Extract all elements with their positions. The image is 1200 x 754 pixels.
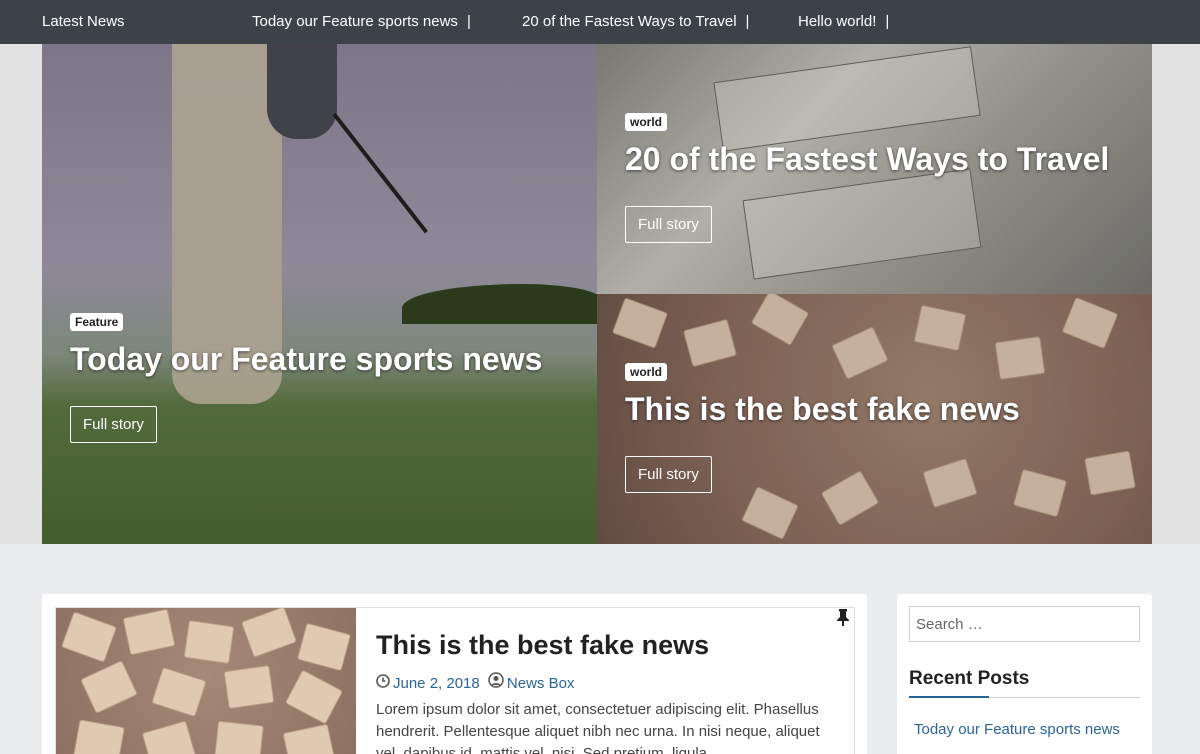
hero-bottom-right-tile[interactable]: world This is the best fake news Full st… <box>597 294 1152 544</box>
post-excerpt: Lorem ipsum dolor sit amet, consectetuer… <box>376 701 820 754</box>
scrabble-tile-shape <box>214 720 264 754</box>
post-list-card: This is the best fake news June 2, 2018 … <box>42 594 867 754</box>
scrabble-tile-shape <box>141 720 197 754</box>
search-input[interactable] <box>909 606 1140 642</box>
hero-title[interactable]: This is the best fake news <box>625 391 1020 428</box>
scrabble-tile-shape <box>223 664 275 710</box>
post-date[interactable]: June 2, 2018 <box>393 675 480 692</box>
sidebar: Recent Posts Today our Feature sports ne… <box>897 594 1152 754</box>
hero-main-tile[interactable]: Feature Today our Feature sports news Fu… <box>42 44 597 544</box>
hero-title[interactable]: 20 of the Fastest Ways to Travel <box>625 141 1109 178</box>
scrabble-tile-shape <box>73 719 125 754</box>
ticker-item[interactable]: Today our Feature sports news | <box>252 13 471 30</box>
post-meta: June 2, 2018 News Box <box>376 672 574 692</box>
user-circle-icon <box>488 672 504 692</box>
latest-news-ticker: Latest News Today our Feature sports new… <box>0 0 1200 44</box>
scrabble-tile-shape <box>284 669 344 725</box>
image-overlay <box>42 44 597 544</box>
post-item: This is the best fake news June 2, 2018 … <box>55 607 855 754</box>
post-title[interactable]: This is the best fake news <box>376 630 709 661</box>
category-badge[interactable]: world <box>625 113 667 131</box>
scrabble-tile-shape <box>60 611 118 663</box>
post-author[interactable]: News Box <box>507 675 575 692</box>
widget-divider <box>909 696 1140 698</box>
scrabble-tile-shape <box>183 619 235 665</box>
ticker-label: Latest News <box>42 13 125 30</box>
hero-title[interactable]: Today our Feature sports news <box>70 341 542 378</box>
scrabble-tile-shape <box>151 666 207 718</box>
recent-post-link[interactable]: Today our Feature sports news <box>914 721 1120 738</box>
scrabble-tile-shape <box>80 660 138 714</box>
full-story-button[interactable]: Full story <box>625 206 712 243</box>
recent-posts-title: Recent Posts <box>909 668 1030 689</box>
pushpin-icon <box>836 608 850 631</box>
scrabble-tile-shape <box>122 608 176 656</box>
category-badge[interactable]: Feature <box>70 313 124 331</box>
category-badge[interactable]: world <box>625 363 667 381</box>
scrabble-tile-shape <box>296 622 352 672</box>
scrabble-tile-shape <box>282 723 336 754</box>
ticker-item[interactable]: Hello world! | <box>798 13 889 30</box>
full-story-button[interactable]: Full story <box>70 406 157 443</box>
post-thumbnail[interactable] <box>56 608 356 754</box>
hero-top-right-tile[interactable]: world 20 of the Fastest Ways to Travel F… <box>597 44 1152 294</box>
clock-icon <box>376 674 390 692</box>
full-story-button[interactable]: Full story <box>625 456 712 493</box>
scrabble-tile-shape <box>240 608 298 658</box>
ticker-item[interactable]: 20 of the Fastest Ways to Travel | <box>522 13 749 30</box>
